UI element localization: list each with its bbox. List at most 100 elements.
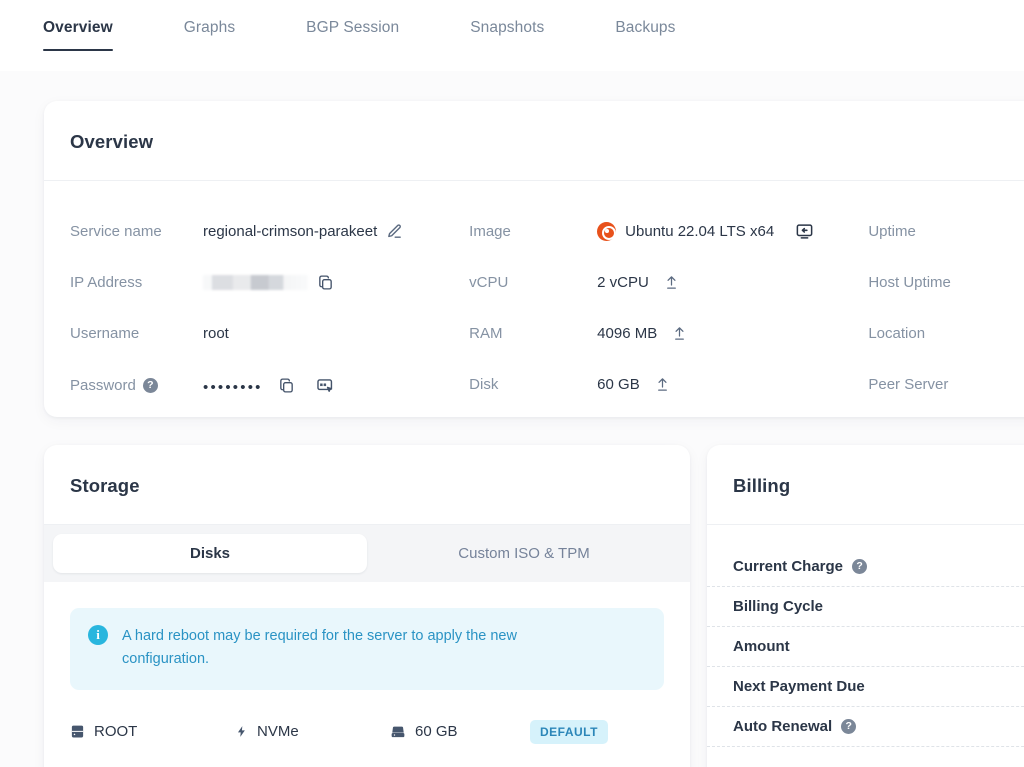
service-name-label: Service name (70, 222, 162, 240)
disk-name-cell: ROOT (70, 723, 235, 740)
storage-card: Storage Disks Custom ISO & TPM i A hard … (44, 445, 690, 767)
tab-disks[interactable]: Disks (53, 534, 367, 573)
vcpu-value-group: 2 vCPU (597, 274, 679, 291)
overview-card: Overview Service name regional-crimson-p… (44, 101, 1024, 417)
disk-size-value: 60 GB (415, 723, 458, 741)
info-icon: i (88, 625, 108, 645)
tab-snapshots[interactable]: Snapshots (470, 0, 544, 51)
uptime-label: Uptime (868, 222, 916, 240)
overview-body: Service name regional-crimson-parakeet I… (44, 181, 1024, 417)
ram-value-group: 4096 MB (597, 325, 687, 342)
billing-body: Current Charge ? Billing Cycle Amount Ne… (707, 525, 1024, 747)
copy-icon[interactable] (317, 274, 334, 291)
password-masked-value: •••••••• (203, 378, 263, 396)
change-password-icon[interactable] (316, 376, 335, 395)
tab-overview[interactable]: Overview (43, 0, 113, 51)
billing-row-label: Auto Renewal (733, 718, 833, 735)
username-value: root (203, 324, 229, 342)
help-circle-icon[interactable]: ? (841, 719, 857, 734)
overview-card-header: Overview (44, 101, 1024, 181)
peer-server-row: Peer Server (868, 366, 1024, 402)
billing-row-label: Amount (733, 638, 790, 655)
ip-address-label: IP Address (70, 273, 143, 291)
primary-tab-bar: Overview Graphs BGP Session Snapshots Ba… (0, 0, 1024, 71)
billing-row-auto-renewal: Auto Renewal ? (707, 707, 1024, 747)
tab-backups-label: Backups (615, 19, 676, 36)
disk-storage-icon (390, 725, 406, 739)
billing-row-billing-cycle: Billing Cycle (707, 587, 1024, 627)
ip-address-redacted-value (203, 274, 308, 290)
tab-backups[interactable]: Backups (615, 0, 675, 51)
lightning-bolt-icon (235, 724, 248, 739)
disk-row: Disk 60 GB (469, 366, 868, 402)
ubuntu-logo-icon (597, 221, 617, 241)
billing-row-amount: Amount (707, 627, 1024, 667)
table-row[interactable]: ROOT NVMe 60 GB DEFAULT (70, 719, 664, 744)
reboot-info-alert-text: A hard reboot may be required for the se… (122, 628, 517, 668)
status-badge: DEFAULT (530, 719, 608, 744)
host-uptime-label: Host Uptime (868, 273, 951, 291)
disk-name-value: ROOT (94, 723, 138, 741)
hard-drive-icon (70, 724, 85, 739)
disk-value: 60 GB (597, 375, 640, 393)
disk-type-value: NVMe (257, 723, 299, 741)
tab-overview-label: Overview (43, 19, 113, 36)
upgrade-arrow-icon[interactable] (664, 275, 679, 290)
location-row: Location (868, 315, 1024, 351)
overview-title: Overview (70, 131, 154, 152)
overview-column-identity: Service name regional-crimson-parakeet I… (44, 213, 469, 417)
overview-column-status: Uptime Host Uptime Location Peer Server (868, 213, 1024, 417)
service-name-value-group: regional-crimson-parakeet (203, 223, 403, 240)
ram-label: RAM (469, 324, 503, 342)
image-value-group: Ubuntu 22.04 LTS x64 (597, 221, 814, 241)
ram-row: RAM 4096 MB (469, 315, 868, 351)
vcpu-row: vCPU 2 vCPU (469, 264, 868, 300)
ip-address-row: IP Address (70, 264, 469, 300)
billing-row-label: Current Charge (733, 558, 844, 575)
help-circle-icon[interactable]: ? (142, 377, 158, 393)
storage-body: i A hard reboot may be required for the … (44, 582, 690, 744)
tab-graphs[interactable]: Graphs (184, 0, 235, 51)
password-label: Password (70, 376, 136, 394)
vcpu-value: 2 vCPU (597, 273, 649, 291)
ip-address-value-group (203, 274, 334, 291)
image-value: Ubuntu 22.04 LTS x64 (625, 222, 775, 240)
ram-value: 4096 MB (597, 324, 658, 342)
billing-row-label: Next Payment Due (733, 678, 865, 695)
disk-size-cell: 60 GB (390, 723, 530, 740)
billing-row-current-charge: Current Charge ? (707, 547, 1024, 587)
upgrade-arrow-icon[interactable] (655, 377, 670, 392)
tab-bgp-session[interactable]: BGP Session (306, 0, 399, 51)
host-uptime-row: Host Uptime (868, 264, 1024, 300)
username-label: Username (70, 324, 140, 342)
tab-graphs-label: Graphs (183, 19, 236, 36)
help-circle-icon[interactable]: ? (852, 559, 868, 574)
edit-pencil-icon[interactable] (386, 223, 403, 240)
upgrade-arrow-icon[interactable] (672, 326, 687, 341)
uptime-row: Uptime (868, 213, 1024, 249)
service-name-row: Service name regional-crimson-parakeet (70, 213, 469, 249)
reboot-info-alert: i A hard reboot may be required for the … (70, 608, 664, 690)
password-value-group: •••••••• (203, 376, 335, 395)
location-label: Location (868, 324, 926, 342)
password-row: Password ? •••••••• (70, 367, 469, 403)
tab-custom-iso-tpm[interactable]: Custom ISO & TPM (367, 534, 681, 573)
peer-server-label: Peer Server (868, 375, 949, 393)
billing-card-header: Billing (707, 445, 1024, 525)
disk-type-cell: NVMe (235, 723, 390, 740)
storage-title: Storage (70, 475, 140, 496)
disk-label: Disk (469, 375, 499, 393)
copy-icon[interactable] (278, 377, 295, 394)
reinstall-os-icon[interactable] (795, 222, 814, 241)
billing-row-label: Billing Cycle (733, 598, 824, 615)
username-row: Username root (70, 315, 469, 351)
storage-tab-group: Disks Custom ISO & TPM (44, 525, 690, 582)
image-label: Image (469, 222, 511, 240)
billing-title: Billing (733, 475, 791, 496)
tab-bgp-session-label: BGP Session (306, 19, 400, 36)
image-row: Image Ubuntu 22.04 LTS x64 (469, 213, 868, 249)
vcpu-label: vCPU (469, 273, 509, 291)
service-name-value: regional-crimson-parakeet (203, 222, 378, 240)
disk-value-group: 60 GB (597, 376, 670, 393)
storage-card-header: Storage (44, 445, 690, 525)
